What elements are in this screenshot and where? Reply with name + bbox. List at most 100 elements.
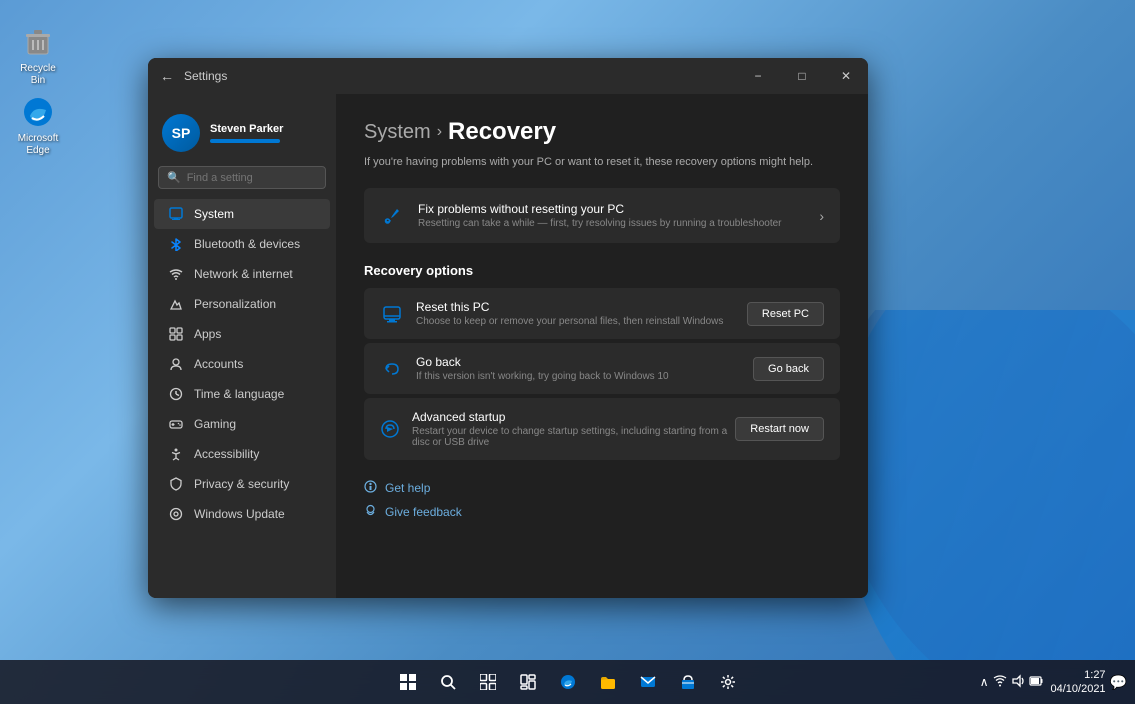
sidebar-item-personalization[interactable]: Personalization: [154, 289, 330, 319]
minimize-button[interactable]: −: [736, 58, 780, 94]
sidebar-label-windows-update: Windows Update: [194, 507, 285, 521]
sidebar-label-privacy: Privacy & security: [194, 477, 289, 491]
sidebar-item-privacy[interactable]: Privacy & security: [154, 469, 330, 499]
reset-pc-title: Reset this PC: [416, 300, 723, 314]
sidebar-label-apps: Apps: [194, 327, 221, 341]
breadcrumb-parent[interactable]: System: [364, 121, 431, 144]
sidebar-label-network: Network & internet: [194, 267, 293, 281]
page-description: If you're having problems with your PC o…: [364, 156, 840, 168]
taskbar-center: [390, 664, 746, 700]
taskbar-date-display: 04/10/2021: [1051, 682, 1106, 696]
bluetooth-icon: [168, 236, 184, 252]
fix-problems-card[interactable]: Fix problems without resetting your PC R…: [364, 188, 840, 243]
user-info: Steven Parker: [210, 123, 283, 143]
taskbar-time-display: 1:27: [1051, 668, 1106, 682]
user-name: Steven Parker: [210, 123, 283, 135]
title-bar: ← Settings − □ ✕: [148, 58, 868, 94]
apps-icon: [168, 326, 184, 342]
window-controls: − □ ✕: [736, 58, 868, 94]
recovery-section-title: Recovery options: [364, 263, 840, 278]
reset-pc-card: Reset this PC Choose to keep or remove y…: [364, 288, 840, 339]
reset-pc-button[interactable]: Reset PC: [747, 302, 824, 326]
sidebar-item-apps[interactable]: Apps: [154, 319, 330, 349]
accessibility-icon: [168, 446, 184, 462]
taskbar-clock[interactable]: 1:27 04/10/2021: [1051, 668, 1106, 697]
taskbar-windows-icon[interactable]: [390, 664, 426, 700]
avatar: SP: [162, 114, 200, 152]
get-help-icon: [364, 480, 377, 496]
taskbar-battery-icon[interactable]: [1029, 675, 1043, 689]
give-feedback-label: Give feedback: [385, 505, 462, 519]
sidebar-item-network[interactable]: Network & internet: [154, 259, 330, 289]
give-feedback-icon: [364, 504, 377, 520]
go-back-title: Go back: [416, 355, 669, 369]
taskbar-mail-icon[interactable]: [630, 664, 666, 700]
taskbar-volume-icon[interactable]: [1011, 674, 1025, 691]
recycle-bin-icon[interactable]: Recycle Bin: [8, 20, 68, 91]
reset-pc-subtitle: Choose to keep or remove your personal f…: [416, 316, 723, 327]
search-input[interactable]: [187, 172, 317, 184]
privacy-icon: [168, 476, 184, 492]
taskbar-explorer-icon[interactable]: [590, 664, 626, 700]
taskbar-widgets-icon[interactable]: [510, 664, 546, 700]
taskbar-task-view-icon[interactable]: [470, 664, 506, 700]
search-icon: 🔍: [167, 171, 181, 184]
fix-card-left: Fix problems without resetting your PC R…: [380, 202, 782, 229]
sidebar-label-system: System: [194, 207, 234, 221]
back-button[interactable]: ←: [160, 68, 174, 84]
go-back-text: Go back If this version isn't working, t…: [416, 355, 669, 382]
reset-pc-icon: [380, 304, 404, 324]
sidebar-label-personalization: Personalization: [194, 297, 276, 311]
edge-label: Microsoft Edge: [12, 133, 64, 157]
go-back-subtitle: If this version isn't working, try going…: [416, 371, 669, 382]
window-title: Settings: [184, 69, 227, 83]
taskbar-edge-icon[interactable]: [550, 664, 586, 700]
sidebar-item-windows-update[interactable]: Windows Update: [154, 499, 330, 529]
sidebar-item-accounts[interactable]: Accounts: [154, 349, 330, 379]
user-section: SP Steven Parker: [148, 106, 336, 166]
taskbar-search-icon[interactable]: [430, 664, 466, 700]
reset-pc-text: Reset this PC Choose to keep or remove y…: [416, 300, 723, 327]
sidebar-item-system[interactable]: System: [154, 199, 330, 229]
go-back-icon: [380, 359, 404, 379]
get-help-label: Get help: [385, 481, 430, 495]
taskbar-network-icon[interactable]: [993, 674, 1007, 691]
sidebar-item-accessibility[interactable]: Accessibility: [154, 439, 330, 469]
recycle-bin-label: Recycle Bin: [12, 63, 64, 87]
settings-window: ← Settings − □ ✕ SP Steven Parker: [148, 58, 868, 598]
breadcrumb-current: Recovery: [448, 118, 556, 146]
desktop: Recycle Bin Microsoft Edge ← Settings − …: [0, 0, 1135, 704]
time-icon: [168, 386, 184, 402]
sidebar-item-gaming[interactable]: Gaming: [154, 409, 330, 439]
personalization-icon: [168, 296, 184, 312]
sidebar-label-bluetooth: Bluetooth & devices: [194, 237, 300, 251]
advanced-startup-text: Advanced startup Restart your device to …: [412, 410, 735, 448]
fix-card-subtitle: Resetting can take a while — first, try …: [418, 218, 782, 229]
help-section: Get help Give feedback: [364, 476, 840, 524]
taskbar-right: ∧ 1:27 04/10/2021 💬: [980, 668, 1127, 697]
taskbar-chevron[interactable]: ∧: [980, 675, 989, 689]
search-box[interactable]: 🔍: [158, 166, 326, 189]
sidebar-item-time[interactable]: Time & language: [154, 379, 330, 409]
sidebar-label-accounts: Accounts: [194, 357, 243, 371]
breadcrumb: System › Recovery: [364, 118, 840, 146]
give-feedback-link[interactable]: Give feedback: [364, 500, 840, 524]
sidebar-label-gaming: Gaming: [194, 417, 236, 431]
taskbar: ∧ 1:27 04/10/2021 💬: [0, 660, 1135, 704]
accounts-icon: [168, 356, 184, 372]
maximize-button[interactable]: □: [780, 58, 824, 94]
sidebar-item-bluetooth[interactable]: Bluetooth & devices: [154, 229, 330, 259]
go-back-button[interactable]: Go back: [753, 357, 824, 381]
taskbar-notification-icon[interactable]: 💬: [1110, 674, 1127, 691]
restart-now-button[interactable]: Restart now: [735, 417, 824, 441]
content-area: SP Steven Parker 🔍 System: [148, 94, 868, 598]
edge-icon[interactable]: Microsoft Edge: [8, 90, 68, 161]
fix-card-icon: [380, 206, 404, 226]
close-button[interactable]: ✕: [824, 58, 868, 94]
taskbar-sys-icons: ∧: [980, 674, 1043, 691]
get-help-link[interactable]: Get help: [364, 476, 840, 500]
sidebar-label-time: Time & language: [194, 387, 284, 401]
taskbar-store-icon[interactable]: [670, 664, 706, 700]
advanced-startup-subtitle: Restart your device to change startup se…: [412, 426, 735, 448]
taskbar-settings-icon[interactable]: [710, 664, 746, 700]
